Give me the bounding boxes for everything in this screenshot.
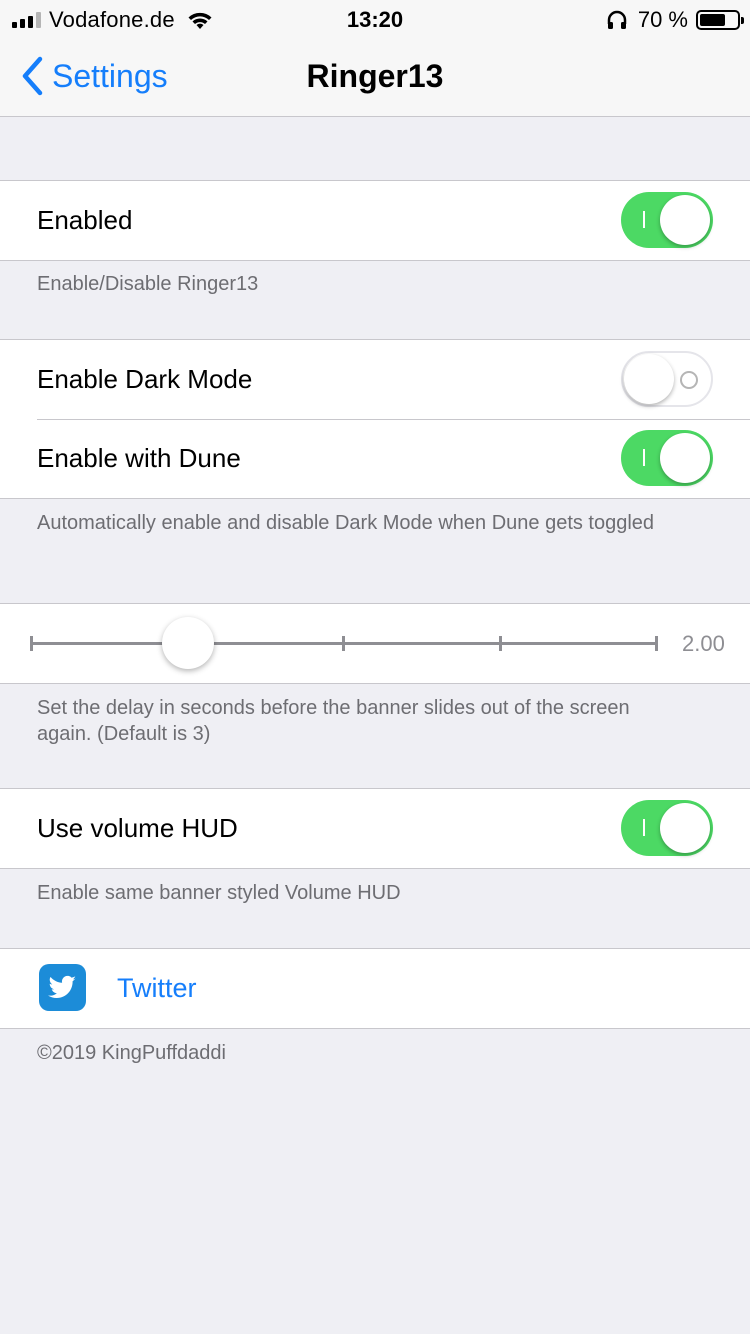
volume-hud-label: Use volume HUD [37, 813, 238, 843]
headphones-icon [607, 10, 627, 29]
delay-group: 2.00 [0, 603, 750, 684]
switch-on-mark [643, 211, 645, 228]
twitter-label: Twitter [117, 973, 197, 1003]
slider-track[interactable] [30, 636, 658, 651]
dune-cell: Enable with Dune [0, 419, 750, 498]
switch-knob [624, 354, 674, 404]
enabled-switch[interactable] [621, 192, 713, 248]
switch-on-mark [643, 819, 645, 836]
dark-mode-switch[interactable] [621, 351, 713, 407]
volume-hud-cell: Use volume HUD [0, 789, 750, 868]
switch-knob [660, 803, 710, 853]
status-right: 70 % [606, 7, 744, 33]
navigation-bar: Settings Ringer13 [0, 40, 750, 117]
battery-fill [700, 14, 725, 26]
enabled-footer: Enable/Disable Ringer13 [37, 273, 259, 295]
switch-knob [660, 195, 710, 245]
twitter-icon [39, 964, 86, 1011]
switch-off-mark [680, 371, 698, 389]
enabled-group: Enabled [0, 180, 750, 261]
slider-tick [30, 636, 33, 651]
battery-percent: 70 % [637, 7, 688, 32]
copyright: ©2019 KingPuffdaddi [37, 1042, 226, 1064]
battery-icon [696, 10, 744, 30]
enabled-label: Enabled [37, 205, 133, 235]
links-group: Twitter [0, 948, 750, 1029]
dune-label: Enable with Dune [37, 443, 241, 473]
slider-tick [342, 636, 345, 651]
dune-switch[interactable] [621, 430, 713, 486]
dark-mode-label: Enable Dark Mode [37, 364, 253, 394]
slider-tick [655, 636, 658, 651]
twitter-link[interactable]: Twitter [0, 949, 750, 1028]
volume-hud-group: Use volume HUD [0, 788, 750, 869]
enabled-cell: Enabled [0, 181, 750, 260]
slider-thumb[interactable] [162, 617, 214, 669]
dark-mode-cell: Enable Dark Mode [0, 340, 750, 419]
dune-footer: Automatically enable and disable Dark Mo… [37, 512, 655, 534]
slider-tick [499, 636, 502, 651]
dark-mode-group: Enable Dark Mode Enable with Dune [0, 339, 750, 499]
delay-footer: Set the delay in seconds before the bann… [37, 697, 630, 745]
twitter-bird-glyph [48, 975, 76, 998]
status-bar: Vodafone.de 13:20 70 % [0, 0, 750, 40]
volume-hud-switch[interactable] [621, 800, 713, 856]
switch-on-mark [643, 449, 645, 466]
volume-hud-footer: Enable same banner styled Volume HUD [37, 882, 401, 904]
delay-slider-cell: 2.00 [0, 604, 750, 683]
page-title: Ringer13 [306, 58, 444, 94]
slider-value: 2.00 [682, 631, 724, 656]
switch-knob [660, 433, 710, 483]
